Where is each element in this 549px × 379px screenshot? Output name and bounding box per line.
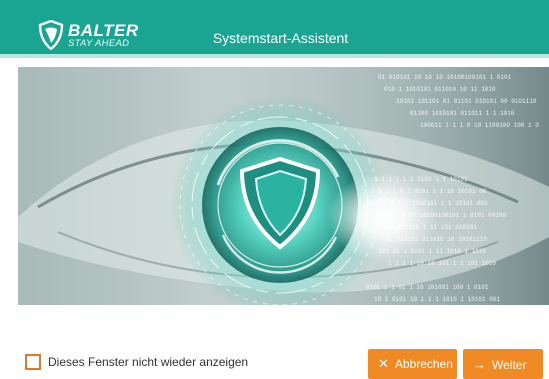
binary-line: 101 01 1 0101 1 11 1010 1 1010 (378, 248, 486, 255)
binary-line: 01 010101 011010 10 10101110 (386, 236, 487, 243)
binary-line: 10101 101101 01 01101 010101 00 0101110 (396, 98, 537, 105)
dont-show-again-label[interactable]: Dieses Fenster nicht wieder anzeigen (48, 355, 248, 369)
binary-line: 100011 1 1 1 0 10 1100100 100 1 0 (420, 122, 539, 129)
binary-line: 1 1 1 1 10 10 101 1 1 101 1010 (388, 260, 496, 267)
next-button-label: Weiter (492, 357, 527, 372)
binary-line: 01100 1010101 011011 1 1 1010 (410, 110, 515, 117)
binary-line: 1 1 1 1 1 0 1 0101 1 1 10 10101 00 (364, 188, 487, 195)
arrow-right-icon: → (473, 356, 486, 372)
binary-line: 010 1 1010101 011010 10 11 1010 (384, 86, 496, 93)
binary-line: 1 1 1 1 1 1 0101 1 1 10101 (374, 176, 468, 183)
cancel-button[interactable]: ✕ Abbrechen (368, 349, 457, 379)
hero-image: 01 010101 10 10 10 10100100101 1 0101 01… (18, 67, 549, 305)
title-bar: BALTER STAY AHEAD Systemstart-Assistent (0, 0, 549, 58)
x-icon: ✕ (378, 356, 389, 371)
binary-line: 1 1010 1 1 1 1 1010101 1 1 10101 001 (358, 200, 488, 207)
binary-line: 1 101 011010 1 11 101 010101 (376, 224, 477, 231)
binary-line: 10 1 0101 10 1 1 1 1010 1 10101 001 (374, 296, 500, 303)
cancel-button-label: Abbrechen (394, 357, 453, 371)
eye-shield-illustration: 01 010101 10 10 10 10100100101 1 0101 01… (18, 67, 549, 305)
binary-line: 101 10101 10 10 10100100101 1 0101 00100 (362, 212, 506, 219)
footer-bar: Dieses Fenster nicht wieder anzeigen ✕ Ab… (0, 340, 549, 379)
binary-line: 0101 1 1 01 1 10 101001 100 1 0101 (366, 284, 489, 291)
window-title: Systemstart-Assistent (212, 30, 349, 46)
dont-show-again-checkbox[interactable] (25, 354, 41, 370)
next-button[interactable]: → Weiter (463, 349, 543, 379)
binary-line: 01 010101 10 10 10 10100100101 1 0101 (378, 74, 512, 81)
